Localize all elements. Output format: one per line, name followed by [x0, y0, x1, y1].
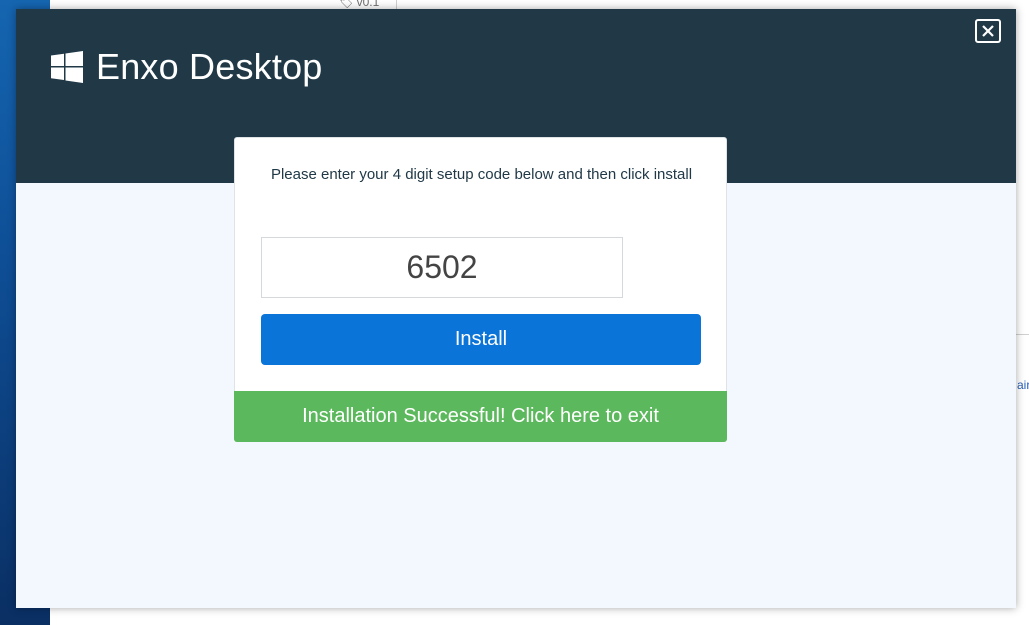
tag-icon: 🏷: [338, 0, 354, 9]
background-divider-right: [1016, 334, 1029, 335]
app-title: Enxo Desktop: [96, 46, 323, 87]
setup-card: Please enter your 4 digit setup code bel…: [234, 137, 727, 442]
setup-code-input[interactable]: [261, 237, 623, 298]
background-version-tag: 🏷 v0.1: [338, 0, 379, 9]
install-button[interactable]: Install: [261, 314, 701, 365]
installation-success-exit-button[interactable]: Installation Successful! Click here to e…: [234, 391, 727, 442]
installer-window: Enxo Desktop Please enter your 4 digit s…: [16, 9, 1016, 608]
setup-instructions: Please enter your 4 digit setup code bel…: [270, 166, 693, 183]
close-button[interactable]: [975, 19, 1001, 43]
close-icon: [982, 25, 994, 37]
background-link-text[interactable]: air: [1017, 378, 1029, 392]
windows-logo-icon: [51, 51, 83, 83]
brand: Enxo Desktop: [51, 49, 323, 85]
